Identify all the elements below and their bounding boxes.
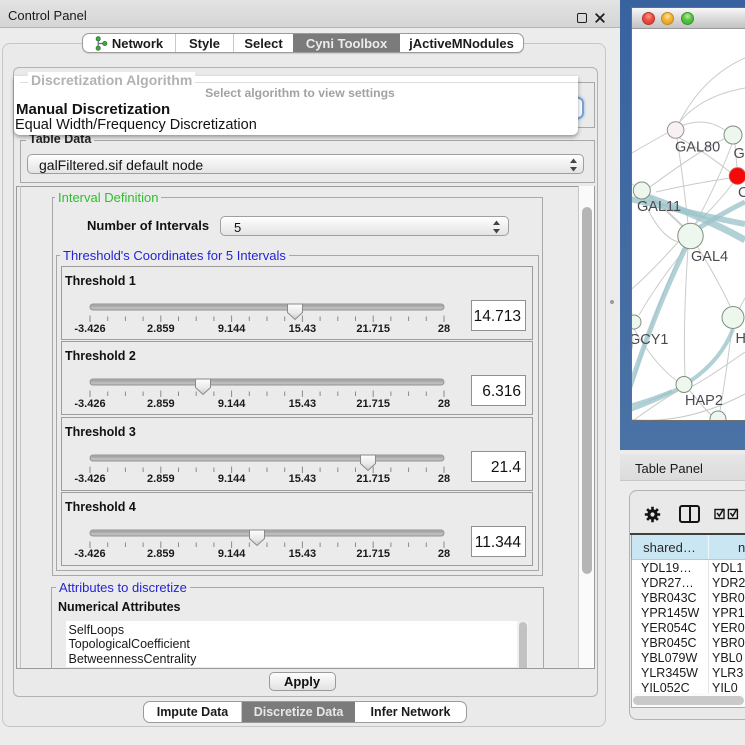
svg-text:GA: GA (734, 146, 745, 162)
svg-text:GAL80: GAL80 (675, 140, 720, 156)
svg-text:HAP2: HAP2 (685, 393, 723, 409)
svg-text:H: H (736, 331, 745, 347)
svg-text:C: C (738, 185, 745, 201)
svg-text:GCY1: GCY1 (632, 332, 669, 348)
svg-text:GAL11: GAL11 (637, 199, 681, 215)
svg-text:GAL4: GAL4 (691, 249, 728, 265)
